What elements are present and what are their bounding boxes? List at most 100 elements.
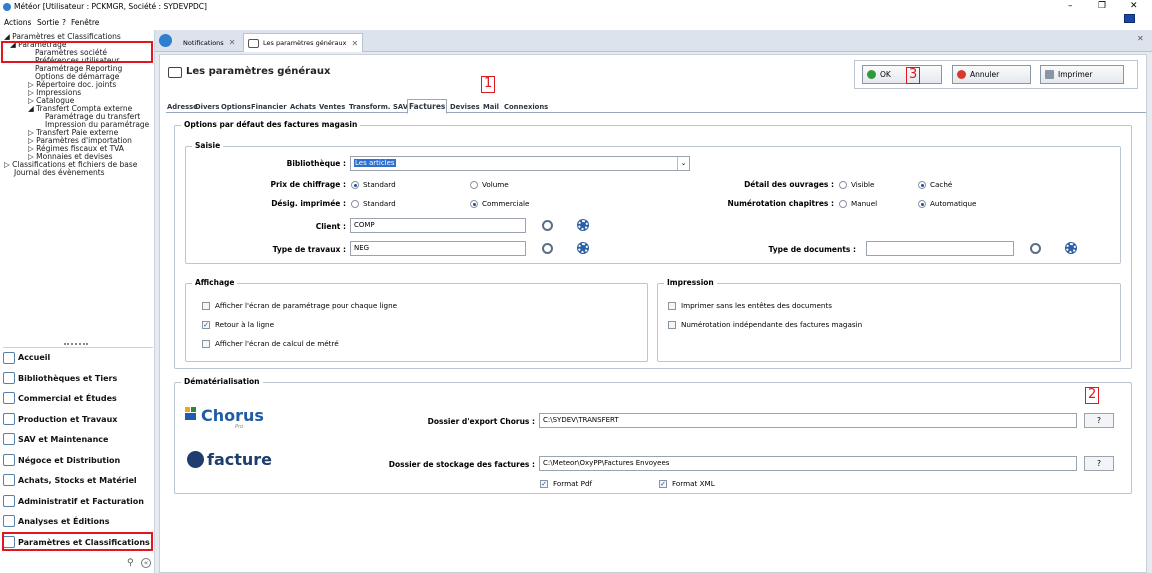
chorus-browse-button[interactable]: ? <box>1084 413 1114 428</box>
marker-1: 1 <box>481 76 496 93</box>
minimize-button[interactable]: – <box>1068 1 1073 11</box>
gear-icon[interactable] <box>1066 243 1076 253</box>
desig-standard-label: Standard <box>363 199 396 208</box>
numchap-manuel-radio[interactable] <box>839 200 847 208</box>
checkbox-num-independante-label: Numérotation indépendante des factures m… <box>681 320 863 329</box>
search-icon[interactable] <box>542 220 553 231</box>
cart-icon <box>3 474 15 486</box>
highlight-box-tree <box>1 41 153 63</box>
nav-achats[interactable]: Achats, Stocks et Matériel <box>3 470 153 490</box>
menu-help[interactable]: ? <box>62 18 66 27</box>
close-tab-icon[interactable]: ✕ <box>351 39 358 48</box>
chorus-label: Dossier d'export Chorus : <box>427 417 535 426</box>
production-icon <box>3 413 15 425</box>
client-field[interactable]: COMP <box>350 218 526 233</box>
ok-button[interactable]: OK <box>862 65 942 84</box>
main-area: Notifications ✕ Les paramètres généraux … <box>155 30 1152 573</box>
checkbox-format-pdf[interactable]: ✓ <box>540 480 548 488</box>
home-icon <box>3 351 15 364</box>
tab-financier[interactable]: Financier <box>250 101 288 113</box>
checkbox-calcul-metre[interactable] <box>202 340 210 348</box>
efacture-logo: facture <box>207 450 273 469</box>
sidebar: ◢ Paramètres et Classifications ◢ Paramé… <box>0 30 155 573</box>
commercial-icon <box>3 392 15 404</box>
nav-production[interactable]: Production et Travaux <box>3 409 153 429</box>
stock-label: Dossier de stockage des factures : <box>388 460 535 469</box>
tab-mail[interactable]: Mail <box>482 101 500 113</box>
collapse-icon[interactable]: « <box>141 558 151 568</box>
nav-analyses[interactable]: Analyses et Éditions <box>3 511 153 531</box>
checkbox-retour-ligne[interactable]: ✓ <box>202 321 210 329</box>
travaux-field[interactable]: NEG <box>350 241 526 256</box>
window-title: Météor [Utilisateur : PCKMGR, Société : … <box>14 2 207 11</box>
tab-notifications[interactable]: Notifications ✕ <box>179 33 239 52</box>
checkbox-ecran-param[interactable] <box>202 302 210 310</box>
nav-accueil[interactable]: Accueil <box>3 347 153 367</box>
prix-volume-radio[interactable] <box>470 181 478 189</box>
nav-negoce[interactable]: Négoce et Distribution <box>3 450 153 470</box>
search-icon[interactable] <box>1030 243 1041 254</box>
nav-commercial[interactable]: Commercial et Études <box>3 388 153 408</box>
detail-visible-radio[interactable] <box>839 181 847 189</box>
nav-panel: Accueil Bibliothèques et Tiers Commercia… <box>0 343 155 573</box>
nav-sav[interactable]: SAV et Maintenance <box>3 429 153 449</box>
menu-actions[interactable]: Actions <box>4 18 31 27</box>
checkbox-format-xml[interactable]: ✓ <box>659 480 667 488</box>
tab-achats[interactable]: Achats <box>289 101 317 113</box>
affichage-title: Affichage <box>192 278 238 287</box>
tab-factures[interactable]: Factures <box>407 99 448 114</box>
demat-group: Dématérialisation Chorus Pro Dossier d'e… <box>174 377 1132 494</box>
gear-icon[interactable] <box>578 243 588 253</box>
chevron-down-icon[interactable]: ⌄ <box>677 157 689 170</box>
detail-visible-label: Visible <box>851 180 875 189</box>
travaux-label: Type de travaux : <box>272 245 346 254</box>
desig-commerciale-label: Commerciale <box>482 199 530 208</box>
desig-standard-radio[interactable] <box>351 200 359 208</box>
close-tab-icon[interactable]: ✕ <box>229 38 236 47</box>
chorus-logo-icon <box>185 407 199 421</box>
bibliotheque-select[interactable]: Les articles ⌄ <box>350 156 690 171</box>
menu-fenetre[interactable]: Fenêtre <box>71 18 99 27</box>
close-button[interactable]: ✕ <box>1130 1 1138 11</box>
menu-bar: Actions Sortie ? Fenêtre <box>0 14 1152 30</box>
stock-browse-button[interactable]: ? <box>1084 456 1114 471</box>
affichage-group: Affichage Afficher l'écran de paramétrag… <box>185 278 648 362</box>
impression-group: Impression Imprimer sans les entêtes des… <box>657 278 1121 362</box>
tab-options[interactable]: Options <box>220 101 252 113</box>
stock-path-field[interactable]: C:\Meteor\OxyPP\Factures Envoyees <box>539 456 1077 471</box>
typedoc-field[interactable] <box>866 241 1014 256</box>
menu-sortie[interactable]: Sortie <box>37 18 59 27</box>
checkbox-sans-entetes[interactable] <box>668 302 676 310</box>
search-icon[interactable] <box>542 243 553 254</box>
numchap-auto-radio[interactable] <box>918 200 926 208</box>
options-group: Options par défaut des factures magasin … <box>174 120 1132 369</box>
detail-cache-radio[interactable] <box>918 181 926 189</box>
close-all-icon[interactable]: ✕ <box>1137 34 1144 43</box>
tab-ventes[interactable]: Ventes <box>318 101 346 113</box>
tab-parametres-generaux[interactable]: Les paramètres généraux ✕ <box>243 33 364 52</box>
tree-item-journal[interactable]: Journal des évènements <box>14 169 105 177</box>
analyses-icon <box>3 515 15 527</box>
print-button[interactable]: Imprimer <box>1040 65 1124 84</box>
checkbox-format-pdf-label: Format Pdf <box>553 479 593 488</box>
tab-divers[interactable]: Divers <box>194 101 220 113</box>
chorus-path-field[interactable]: C:\SYDEV\TRANSFERT <box>539 413 1077 428</box>
desig-commerciale-radio[interactable] <box>470 200 478 208</box>
restore-button[interactable]: ❐ <box>1098 1 1106 11</box>
tab-devises[interactable]: Devises <box>449 101 481 113</box>
settings-subtabs: Adresse Divers Options Financier Achats … <box>166 99 1146 114</box>
splitter-grip[interactable] <box>64 343 88 345</box>
check-icon <box>867 70 876 79</box>
prix-standard-radio[interactable] <box>351 181 359 189</box>
document-tabs: Notifications ✕ Les paramètres généraux … <box>155 30 1152 52</box>
cancel-button[interactable]: Annuler <box>952 65 1031 84</box>
tab-transform[interactable]: Transform. <box>348 101 391 113</box>
tab-connexions[interactable]: Connexions <box>503 101 549 113</box>
detail-cache-label: Caché <box>930 180 953 189</box>
gear-icon[interactable] <box>578 220 588 230</box>
nav-bibliotheques[interactable]: Bibliothèques et Tiers <box>3 368 153 388</box>
checkbox-num-independante[interactable] <box>668 321 676 329</box>
nav-administratif[interactable]: Administratif et Facturation <box>3 491 153 511</box>
pin-icon[interactable]: ⚲ <box>127 558 134 568</box>
app-logo-icon <box>3 3 11 11</box>
